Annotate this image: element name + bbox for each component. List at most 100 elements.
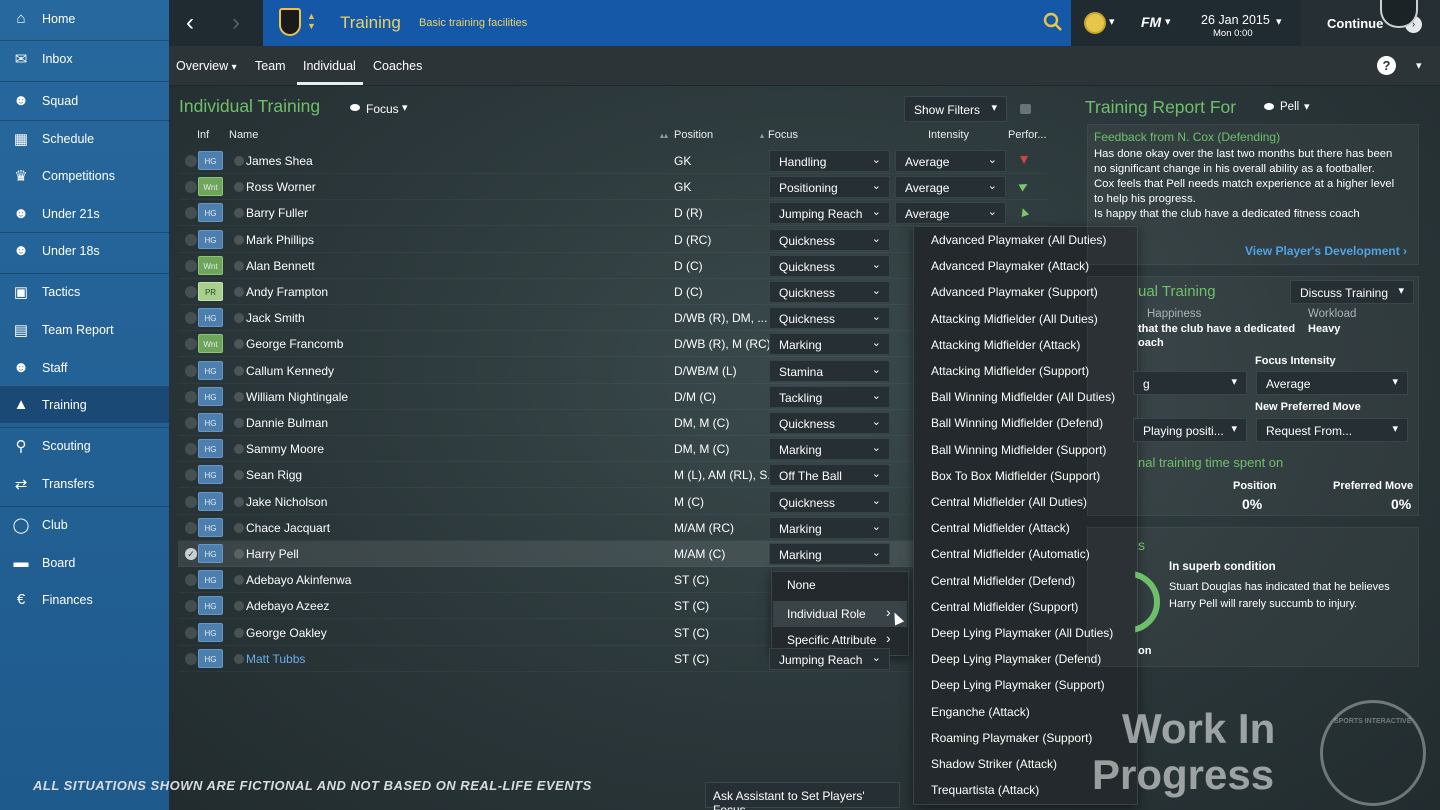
focus-menu-none[interactable]: None [787, 578, 816, 592]
role-menu-item[interactable]: Attacking Midfielder (Attack) [931, 338, 1080, 352]
select-checkbox[interactable] [185, 469, 197, 482]
focus-dropdown[interactable]: Handling ⌄ [769, 150, 890, 172]
focus-dropdown[interactable]: Marking ⌄ [769, 333, 890, 356]
player-name[interactable]: George Francomb [246, 337, 343, 351]
focus-dropdown[interactable]: Stamina ⌄ [769, 359, 890, 382]
sidebar-item-tactics[interactable]: ▣ Tactics [0, 273, 169, 310]
player-name[interactable]: Adebayo Akinfenwa [246, 573, 351, 587]
club-switch-icon[interactable]: ▲ ▼ [307, 11, 316, 31]
focus-dropdown[interactable]: Jumping Reach ⌄ [769, 647, 890, 670]
select-checkbox[interactable] [185, 600, 197, 613]
focus-dropdown[interactable]: Off The Ball ⌄ [769, 464, 890, 487]
intensity-dropdown[interactable]: Average ⌄ [895, 150, 1006, 172]
focus-dropdown[interactable]: Quickness ⌄ [769, 254, 890, 277]
col-intensity[interactable]: Intensity [928, 129, 969, 141]
info-badge[interactable]: HG [198, 570, 223, 590]
sidebar-item-under-21s[interactable]: ☻ Under 21s [0, 195, 169, 232]
role-menu-item[interactable]: Central Midfielder (Defend) [931, 574, 1075, 588]
info-badge[interactable]: HG [198, 439, 223, 459]
player-name[interactable]: Dannie Bulman [246, 416, 328, 430]
player-name[interactable]: Sammy Moore [246, 442, 324, 456]
info-badge[interactable]: HG [198, 308, 223, 328]
select-checkbox[interactable] [185, 286, 197, 298]
info-badge[interactable]: Wnt [198, 177, 223, 197]
col-position[interactable]: Position [674, 129, 713, 141]
role-menu-item[interactable]: Ball Winning Midfielder (Support) [931, 443, 1106, 457]
info-badge[interactable]: HG [198, 413, 223, 432]
select-checkbox[interactable] [185, 495, 197, 508]
role-menu-item[interactable]: Trequartista (Attack) [931, 783, 1039, 797]
request-from-dropdown[interactable]: Request From... ▾ [1256, 418, 1408, 442]
sidebar-item-staff[interactable]: ☻ Staff [0, 349, 169, 386]
player-name[interactable]: Mark Phillips [246, 233, 314, 247]
role-menu-item[interactable]: Deep Lying Playmaker (Defend) [931, 652, 1101, 666]
sidebar-item-scouting[interactable]: ⚲ Scouting [0, 427, 169, 464]
role-menu-item[interactable]: Advanced Playmaker (All Duties) [931, 233, 1106, 247]
select-checkbox[interactable]: ✓ [185, 548, 197, 560]
player-name[interactable]: Ross Worner [246, 180, 316, 194]
player-name[interactable]: Adebayo Azeez [246, 599, 329, 613]
info-badge[interactable]: HG [198, 622, 223, 642]
focus-dropdown[interactable]: Quickness ⌄ [769, 490, 890, 513]
collapse-chevron-icon[interactable]: ▾ [1416, 59, 1422, 72]
focus-dropdown[interactable]: Quickness ⌄ [769, 228, 890, 251]
info-badge[interactable]: Wnt [198, 334, 223, 354]
select-checkbox[interactable] [185, 233, 197, 246]
focus-dropdown[interactable]: Quickness ⌄ [769, 307, 890, 330]
select-checkbox[interactable] [185, 574, 197, 587]
player-name[interactable]: Jack Smith [246, 311, 305, 325]
select-checkbox[interactable] [185, 364, 197, 377]
sidebar-item-team-report[interactable]: ▤ Team Report [0, 311, 169, 348]
select-checkbox[interactable] [185, 417, 197, 429]
tab-coaches[interactable]: Coaches [373, 59, 422, 73]
focus-menu-individual-role[interactable]: Individual Role [787, 607, 866, 621]
player-name[interactable]: Chace Jacquart [246, 521, 330, 535]
focus-dropdown[interactable]: Marking ⌄ [769, 438, 890, 461]
select-checkbox[interactable] [185, 443, 197, 456]
fm-logo[interactable]: FM [1141, 14, 1161, 30]
role-menu-item[interactable]: Central Midfielder (Support) [931, 600, 1078, 614]
role-menu-item[interactable]: Enganche (Attack) [931, 705, 1030, 719]
focus-dropdown[interactable]: Positioning ⌄ [769, 176, 890, 199]
player-name[interactable]: James Shea [246, 154, 313, 168]
role-menu-item[interactable]: Advanced Playmaker (Support) [931, 285, 1098, 299]
info-badge[interactable]: HG [198, 517, 223, 537]
sidebar-item-schedule[interactable]: ▦ Schedule [0, 120, 169, 157]
game-date[interactable]: 26 Jan 2015 [1201, 13, 1270, 27]
intensity-dropdown[interactable]: Average ⌄ [895, 176, 1006, 199]
info-badge[interactable]: HG [198, 596, 223, 616]
info-badge[interactable]: PR [198, 282, 223, 301]
sidebar-item-training[interactable]: ▲ Training [0, 386, 169, 423]
playing-position-dropdown[interactable]: Playing positi... ▾ [1133, 418, 1247, 442]
role-menu-item[interactable]: Roaming Playmaker (Support) [931, 731, 1092, 745]
role-menu-item[interactable]: Central Midfielder (Attack) [931, 521, 1070, 535]
info-badge[interactable]: Wnt [198, 255, 223, 275]
tab-team[interactable]: Team [255, 59, 286, 73]
info-badge[interactable]: HG [198, 465, 223, 485]
sidebar-item-inbox[interactable]: ✉ Inbox [0, 40, 169, 77]
globe-dropdown-icon[interactable]: ▾ [1109, 15, 1115, 28]
player-name[interactable]: Jake Nicholson [246, 495, 327, 509]
role-menu-item[interactable]: Deep Lying Playmaker (Support) [931, 678, 1105, 692]
partial-dropdown[interactable]: g ▾ [1133, 371, 1247, 395]
club-crest-icon[interactable] [279, 8, 301, 36]
info-badge[interactable]: HG [198, 360, 223, 380]
sidebar-item-board[interactable]: ▬ Board [0, 544, 169, 581]
col-inf[interactable]: Inf [197, 129, 209, 141]
role-menu-item[interactable]: Box To Box Midfielder (Support) [931, 469, 1100, 483]
info-badge[interactable]: HG [198, 491, 223, 511]
role-menu-item[interactable]: Attacking Midfielder (All Duties) [931, 312, 1098, 326]
select-checkbox[interactable] [185, 155, 197, 167]
role-menu-item[interactable]: Advanced Playmaker (Attack) [931, 259, 1089, 273]
intensity-dropdown[interactable]: Average ⌄ [895, 202, 1006, 225]
focus-dropdown[interactable]: Marking ⌄ [769, 516, 890, 539]
forward-button[interactable]: › [232, 10, 254, 36]
sidebar-item-transfers[interactable]: ⇄ Transfers [0, 465, 169, 502]
search-icon[interactable] [1043, 12, 1063, 32]
help-icon[interactable]: ? [1377, 56, 1396, 75]
select-checkbox[interactable] [185, 626, 197, 639]
col-focus[interactable]: Focus [768, 129, 798, 141]
role-menu-item[interactable]: Deep Lying Playmaker (All Duties) [931, 626, 1113, 640]
sidebar-item-competitions[interactable]: ♛ Competitions [0, 157, 169, 194]
player-name[interactable]: William Nightingale [246, 390, 348, 404]
